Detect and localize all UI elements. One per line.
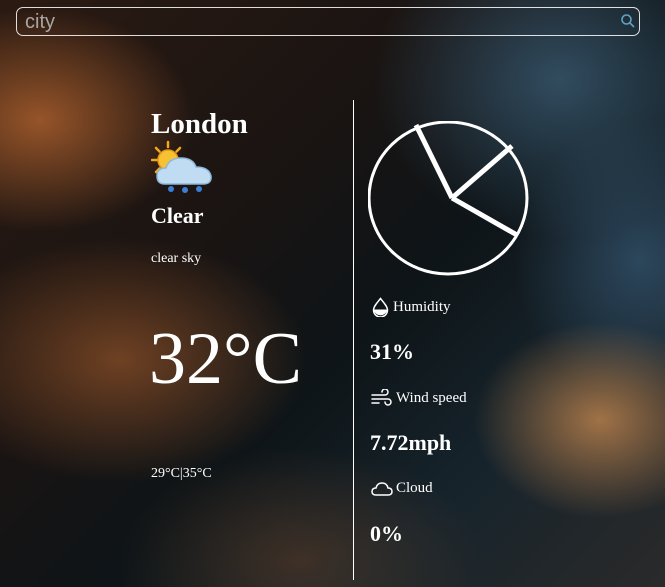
cloud-label-text: Cloud: [396, 480, 433, 496]
search-input[interactable]: [25, 9, 615, 35]
wind-value: 7.72mph: [370, 430, 452, 455]
cloud-label: Cloud: [371, 480, 433, 497]
weather-description: clear sky: [151, 251, 202, 266]
humidity-value: 31%: [370, 339, 414, 364]
temperature: 32°C: [149, 318, 302, 400]
wind-label: Wind speed: [371, 389, 467, 407]
wind-icon: [371, 389, 392, 406]
search-icon[interactable]: [620, 13, 636, 29]
humidity-label-text: Humidity: [393, 298, 451, 315]
cloud-icon: [371, 481, 393, 496]
droplet-icon: [372, 297, 389, 317]
weather-main: Clear: [151, 203, 204, 228]
partly-cloudy-rain-icon: [151, 140, 212, 193]
search-bar: [16, 7, 640, 36]
clock-gauge-icon: [368, 121, 529, 276]
divider: [353, 100, 354, 580]
humidity-label: Humidity: [371, 297, 451, 317]
temperature-min-max: 29°C|35°C: [151, 466, 212, 481]
wind-label-text: Wind speed: [396, 389, 467, 406]
city-name: London: [151, 108, 248, 140]
cloud-value: 0%: [370, 521, 403, 546]
